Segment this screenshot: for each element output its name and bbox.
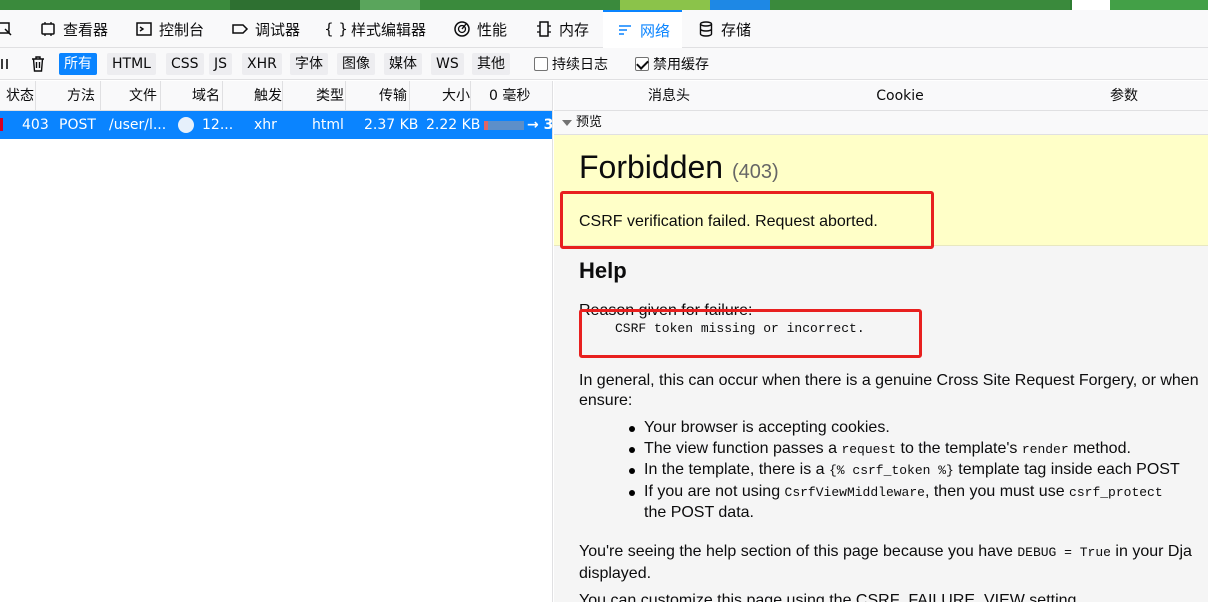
column-cause-header[interactable]: 触发 — [248, 81, 283, 111]
checkbox-box[interactable] — [534, 57, 548, 71]
column-domain-header[interactable]: 域名 — [186, 81, 223, 111]
request-details-panel: 消息头 Cookie 参数 预览 Forbidden (403) CSRF ve… — [554, 81, 1208, 602]
status-indicator — [0, 118, 3, 131]
column-timeline-header[interactable]: 0 毫秒 — [483, 81, 538, 111]
details-tab-bar: 消息头 Cookie 参数 — [554, 81, 1208, 111]
persist-logs-checkbox[interactable]: 持续日志 — [534, 54, 608, 74]
request-timing: → 3 — [527, 117, 553, 133]
tab-label: 网络 — [640, 21, 671, 40]
request-method: POST — [59, 117, 96, 133]
tab-label: 控制台 — [159, 20, 205, 39]
tab-label: 存储 — [721, 20, 752, 39]
tab-performance[interactable]: 性能 — [452, 10, 507, 48]
tab-memory[interactable]: 内存 — [534, 10, 589, 48]
request-cause: xhr — [254, 117, 277, 133]
network-icon — [615, 20, 635, 40]
collapse-triangle-icon[interactable] — [562, 119, 572, 126]
style-editor-icon: { } — [324, 20, 348, 38]
storage-icon — [696, 19, 716, 39]
filter-images-button[interactable]: 图像 — [337, 53, 375, 75]
column-size-header[interactable]: 大小 — [436, 81, 471, 111]
filter-html-button[interactable]: HTML — [107, 53, 156, 75]
highlight-box-message — [560, 191, 934, 249]
tab-console[interactable]: 控制台 — [134, 10, 204, 48]
request-file: /user/l... — [109, 117, 167, 133]
timing-bar — [484, 121, 524, 130]
filter-js-button[interactable]: JS — [209, 53, 233, 75]
performance-icon — [452, 19, 472, 39]
preview-label: 预览 — [576, 115, 603, 130]
preview-section-header[interactable]: 预览 — [554, 111, 1208, 135]
tab-label: 性能 — [477, 20, 508, 39]
column-transferred-header[interactable]: 传输 — [373, 81, 410, 111]
general-explanation: In general, this can occur when there is… — [579, 372, 1199, 409]
request-transferred: 2.37 KB — [364, 117, 419, 133]
element-picker-icon — [0, 19, 14, 39]
help-list: Your browser is accepting cookies. The v… — [629, 418, 1208, 524]
help-section: Help Reason given for failure: CSRF toke… — [554, 246, 1208, 602]
column-status-header[interactable]: 状态 — [0, 81, 36, 111]
filter-media-button[interactable]: 媒体 — [384, 53, 422, 75]
checkbox-label: 持续日志 — [552, 57, 608, 73]
tab-label: 内存 — [559, 20, 590, 39]
tab-params[interactable]: 参数 — [1069, 81, 1179, 111]
debug-paragraph: You're seeing the help section of this p… — [579, 543, 1192, 582]
devtools-tab-bar: 查看器 控制台 调试器 { } 样式编辑器 性能 内存 网络 存储 — [0, 10, 1208, 48]
column-file-header[interactable]: 文件 — [123, 81, 161, 111]
list-item: The view function passes a request to th… — [629, 439, 1208, 461]
request-status: 403 — [22, 117, 49, 133]
tab-label: 样式编辑器 — [351, 20, 427, 39]
list-item: In the template, there is a {% csrf_toke… — [629, 460, 1208, 482]
request-row[interactable]: 403 POST /user/l... 12... xhr html 2.37 … — [0, 111, 553, 139]
tab-storage[interactable]: 存储 — [696, 10, 751, 48]
page-title: Forbidden (403) — [579, 149, 779, 186]
inspector-icon — [38, 19, 58, 39]
highlight-box-reason — [579, 309, 922, 358]
list-item: Your browser is accepting cookies. — [629, 418, 1208, 439]
request-list-header: 状态 方法 文件 域名 触发 类型 传输 大小 0 毫秒 — [0, 81, 552, 111]
help-heading: Help — [579, 258, 627, 283]
network-toolbar: 所有 HTML CSS JS XHR 字体 图像 媒体 WS 其他 持续日志 禁… — [0, 48, 1208, 80]
request-type: html — [312, 117, 344, 133]
domain-globe-icon — [178, 117, 194, 133]
checkbox-box[interactable] — [635, 57, 649, 71]
page-content-strip — [0, 0, 1208, 10]
tab-debugger[interactable]: 调试器 — [230, 10, 300, 48]
filter-xhr-button[interactable]: XHR — [242, 53, 282, 75]
filter-all-button[interactable]: 所有 — [59, 53, 97, 75]
tab-label: 查看器 — [63, 20, 109, 39]
request-size: 2.22 KB — [426, 117, 481, 133]
tab-inspector[interactable]: 查看器 — [38, 10, 108, 48]
filter-css-button[interactable]: CSS — [166, 53, 204, 75]
error-title: Forbidden — [579, 149, 724, 185]
list-item: If you are not using CsrfViewMiddleware,… — [629, 482, 1208, 504]
request-list: 状态 方法 文件 域名 触发 类型 传输 大小 0 毫秒 403 POST /u… — [0, 81, 553, 602]
customize-paragraph: You can customize this page using the CS… — [579, 592, 1081, 602]
tab-cookies[interactable]: Cookie — [845, 81, 955, 111]
column-method-header[interactable]: 方法 — [61, 81, 101, 111]
filter-other-button[interactable]: 其他 — [472, 53, 510, 75]
tab-headers[interactable]: 消息头 — [614, 81, 724, 111]
memory-icon — [534, 19, 554, 39]
tab-label: 调试器 — [255, 20, 301, 39]
request-domain: 12... — [202, 117, 234, 133]
debugger-icon — [230, 19, 250, 39]
checkbox-label: 禁用缓存 — [653, 57, 709, 73]
pause-icon[interactable] — [0, 54, 10, 74]
console-icon — [134, 19, 154, 39]
filter-fonts-button[interactable]: 字体 — [290, 53, 328, 75]
error-code: (403) — [731, 161, 779, 183]
list-item-continuation: the POST data. — [644, 504, 754, 521]
element-picker-button[interactable] — [0, 10, 19, 48]
disable-cache-checkbox[interactable]: 禁用缓存 — [635, 54, 709, 74]
tab-network[interactable]: 网络 — [603, 10, 683, 48]
filter-ws-button[interactable]: WS — [431, 53, 464, 75]
clear-trash-icon[interactable] — [29, 54, 47, 74]
column-type-header[interactable]: 类型 — [310, 81, 346, 111]
tab-style-editor[interactable]: { } 样式编辑器 — [324, 10, 427, 48]
